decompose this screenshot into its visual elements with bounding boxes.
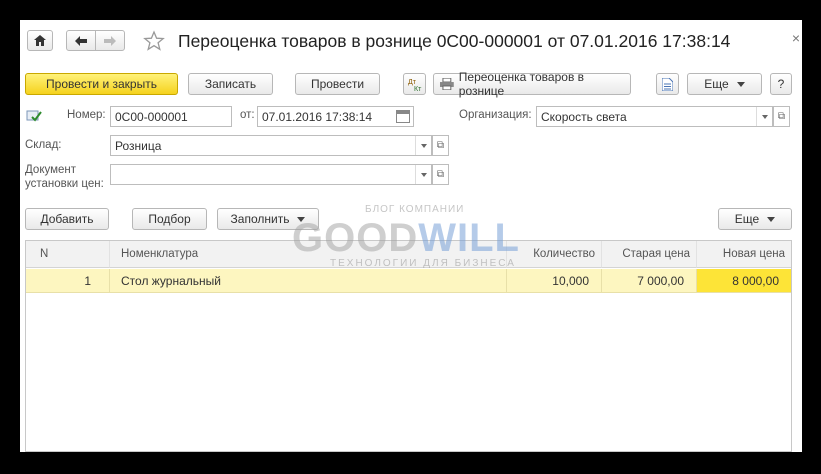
organization-value: Скорость света (541, 109, 627, 124)
row-number-cell[interactable]: 1 (26, 269, 110, 293)
select-button[interactable]: Подбор (132, 208, 207, 230)
date-field[interactable]: 07.01.2016 17:38:14 (257, 106, 414, 127)
date-label: от: (240, 109, 255, 121)
organization-dropdown-icon[interactable] (756, 107, 772, 126)
report-button[interactable] (656, 73, 679, 95)
price-doc-label-line1: Документ (25, 164, 77, 176)
organization-open-icon[interactable]: ⧉ (773, 106, 790, 127)
warehouse-field[interactable]: Розница (110, 135, 432, 156)
svg-text:Дт: Дт (408, 79, 417, 86)
arrow-left-icon (75, 35, 87, 46)
organization-label: Организация: (459, 109, 532, 121)
more-actions-button[interactable]: Еще (687, 73, 762, 95)
chevron-down-icon (736, 81, 745, 87)
number-field[interactable]: 0С00-000001 (110, 106, 232, 127)
forward-button[interactable] (95, 30, 125, 51)
print-form-label: Переоценка товаров в рознице (458, 70, 585, 98)
date-value: 07.01.2016 17:38:14 (262, 109, 373, 124)
print-form-button[interactable]: Переоценка товаров в рознице (433, 70, 631, 98)
post-and-close-button[interactable]: Провести и закрыть (25, 73, 178, 95)
more-actions-label: Еще (704, 77, 729, 91)
number-label: Номер: (67, 109, 106, 121)
price-doc-dropdown-icon[interactable] (415, 165, 431, 184)
printer-icon (440, 78, 454, 90)
column-header-new-price[interactable]: Новая цена (697, 241, 791, 268)
watermark-top-text: БЛОГ КОМПАНИИ (365, 204, 465, 215)
price-doc-field[interactable] (110, 164, 432, 185)
page-title: Переоценка товаров в рознице 0С00-000001… (178, 31, 731, 51)
chevron-down-icon (767, 216, 776, 222)
table-more-button[interactable]: Еще (718, 208, 792, 230)
document-window: Переоценка товаров в рознице 0С00-000001… (20, 20, 802, 452)
fill-label: Заполнить (230, 212, 290, 226)
chevron-down-icon (297, 216, 306, 222)
item-cell[interactable]: Стол журнальный (110, 269, 507, 293)
warehouse-dropdown-icon[interactable] (415, 136, 431, 155)
warehouse-open-icon[interactable]: ⧉ (432, 135, 449, 156)
help-button[interactable]: ? (770, 73, 792, 95)
table-more-label: Еще (734, 212, 760, 226)
close-icon[interactable]: × (792, 30, 800, 46)
calendar-icon[interactable] (396, 110, 410, 123)
price-doc-open-icon[interactable]: ⧉ (432, 164, 449, 185)
goods-table[interactable]: N Номенклатура Количество Старая цена Но… (25, 240, 792, 452)
column-header-quantity[interactable]: Количество (507, 241, 602, 268)
old-price-cell[interactable]: 7 000,00 (602, 269, 697, 293)
favorite-star-button[interactable] (143, 30, 165, 52)
quantity-cell[interactable]: 10,000 (507, 269, 602, 293)
dt-kt-button[interactable]: Дт Кт (403, 73, 426, 95)
svg-text:Кт: Кт (414, 86, 422, 92)
warehouse-label: Склад: (25, 139, 62, 151)
back-button[interactable] (66, 30, 96, 51)
column-header-n[interactable]: N (26, 241, 110, 268)
arrow-right-icon (104, 35, 116, 46)
add-row-button[interactable]: Добавить (25, 208, 109, 230)
column-header-item[interactable]: Номенклатура (110, 241, 507, 268)
column-header-old-price[interactable]: Старая цена (602, 241, 697, 268)
organization-field[interactable]: Скорость света (536, 106, 773, 127)
document-report-icon (662, 77, 673, 91)
home-button[interactable] (27, 30, 53, 51)
save-button[interactable]: Записать (188, 73, 273, 95)
star-icon (143, 30, 165, 51)
post-button[interactable]: Провести (295, 73, 380, 95)
home-icon (34, 35, 46, 46)
new-price-cell[interactable]: 8 000,00 (697, 269, 791, 293)
warehouse-value: Розница (115, 138, 162, 153)
posted-status-icon (26, 110, 42, 122)
dt-kt-icon: Дт Кт (408, 79, 422, 92)
price-doc-label-line2: установки цен: (25, 178, 104, 190)
fill-button[interactable]: Заполнить (217, 208, 319, 230)
